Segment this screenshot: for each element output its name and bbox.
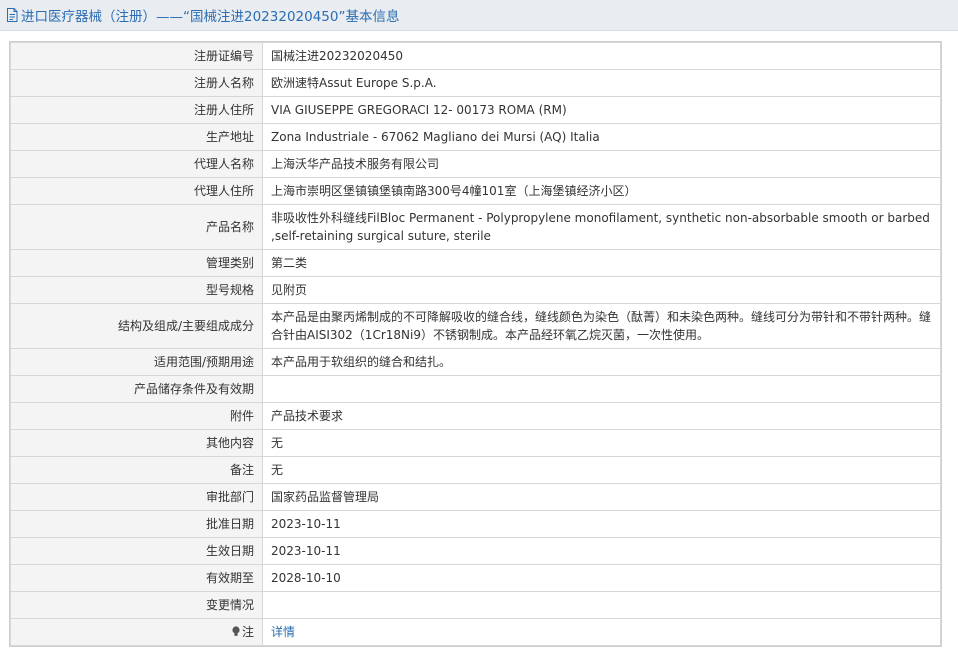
info-table: 注册证编号 国械注进20232020450 注册人名称 欧洲速特Assut Eu… [10,42,941,646]
table-row: 代理人住所 上海市崇明区堡镇镇堡镇南路300号4幢101室（上海堡镇经济小区） [10,177,941,205]
table-row: 适用范围/预期用途 本产品用于软组织的缝合和结扎。 [10,348,941,376]
field-label: 结构及组成/主要组成成分 [10,303,263,349]
note-value-cell: 详情 [262,618,941,646]
field-label: 生产地址 [10,123,263,151]
table-row: 型号规格 见附页 [10,276,941,304]
table-row: 变更情况 [10,591,941,619]
field-label: 注册证编号 [10,42,263,70]
field-value: 国家药品监督管理局 [262,483,941,511]
field-value: 本产品用于软组织的缝合和结扎。 [262,348,941,376]
details-link[interactable]: 详情 [271,625,295,639]
table-row: 结构及组成/主要组成成分 本产品是由聚丙烯制成的不可降解吸收的缝合线，缝线颜色为… [10,303,941,349]
table-row: 批准日期 2023-10-11 [10,510,941,538]
field-label: 备注 [10,456,263,484]
field-value: 无 [262,429,941,457]
table-row: 备注 无 [10,456,941,484]
field-value: VIA GIUSEPPE GREGORACI 12- 00173 ROMA (R… [262,96,941,124]
table-row-note: 注 详情 [10,618,941,646]
field-value: 本产品是由聚丙烯制成的不可降解吸收的缝合线，缝线颜色为染色（酞菁）和未染色两种。… [262,303,941,349]
field-label: 注册人住所 [10,96,263,124]
field-label: 代理人名称 [10,150,263,178]
field-label: 代理人住所 [10,177,263,205]
field-label: 适用范围/预期用途 [10,348,263,376]
field-label: 批准日期 [10,510,263,538]
note-label-cell: 注 [10,618,263,646]
field-label: 审批部门 [10,483,263,511]
table-row: 注册人名称 欧洲速特Assut Europe S.p.A. [10,69,941,97]
field-value [262,591,941,619]
field-value: 国械注进20232020450 [262,42,941,70]
page-title: 进口医疗器械（注册）——“国械注进20232020450”基本信息 [21,9,400,25]
table-row: 产品储存条件及有效期 [10,375,941,403]
field-value: 上海市崇明区堡镇镇堡镇南路300号4幢101室（上海堡镇经济小区） [262,177,941,205]
field-label: 附件 [10,402,263,430]
field-label: 生效日期 [10,537,263,565]
table-row: 其他内容 无 [10,429,941,457]
field-value [262,375,941,403]
table-row: 生效日期 2023-10-11 [10,537,941,565]
field-label: 产品名称 [10,204,263,250]
table-row: 产品名称 非吸收性外科缝线FilBloc Permanent - Polypro… [10,204,941,250]
page-header: 进口医疗器械（注册）——“国械注进20232020450”基本信息 [0,0,958,31]
lightbulb-icon [232,626,240,636]
field-value: 2028-10-10 [262,564,941,592]
table-row: 注册人住所 VIA GIUSEPPE GREGORACI 12- 00173 R… [10,96,941,124]
field-value: 产品技术要求 [262,402,941,430]
field-label: 注册人名称 [10,69,263,97]
field-value: 无 [262,456,941,484]
field-value: 见附页 [262,276,941,304]
field-value: 非吸收性外科缝线FilBloc Permanent - Polypropylen… [262,204,941,250]
field-label: 变更情况 [10,591,263,619]
info-panel: 注册证编号 国械注进20232020450 注册人名称 欧洲速特Assut Eu… [9,41,942,647]
field-value: 欧洲速特Assut Europe S.p.A. [262,69,941,97]
field-label: 型号规格 [10,276,263,304]
table-row: 注册证编号 国械注进20232020450 [10,42,941,70]
field-value: 2023-10-11 [262,537,941,565]
field-label: 管理类别 [10,249,263,277]
table-row: 有效期至 2028-10-10 [10,564,941,592]
document-icon [7,8,18,22]
table-row: 审批部门 国家药品监督管理局 [10,483,941,511]
field-value: 上海沃华产品技术服务有限公司 [262,150,941,178]
table-row: 管理类别 第二类 [10,249,941,277]
field-label: 有效期至 [10,564,263,592]
field-value: 2023-10-11 [262,510,941,538]
table-row: 代理人名称 上海沃华产品技术服务有限公司 [10,150,941,178]
note-label: 注 [241,625,254,639]
table-row: 生产地址 Zona Industriale - 67062 Magliano d… [10,123,941,151]
table-row: 附件 产品技术要求 [10,402,941,430]
field-value: Zona Industriale - 67062 Magliano dei Mu… [262,123,941,151]
field-value: 第二类 [262,249,941,277]
field-label: 产品储存条件及有效期 [10,375,263,403]
field-label: 其他内容 [10,429,263,457]
